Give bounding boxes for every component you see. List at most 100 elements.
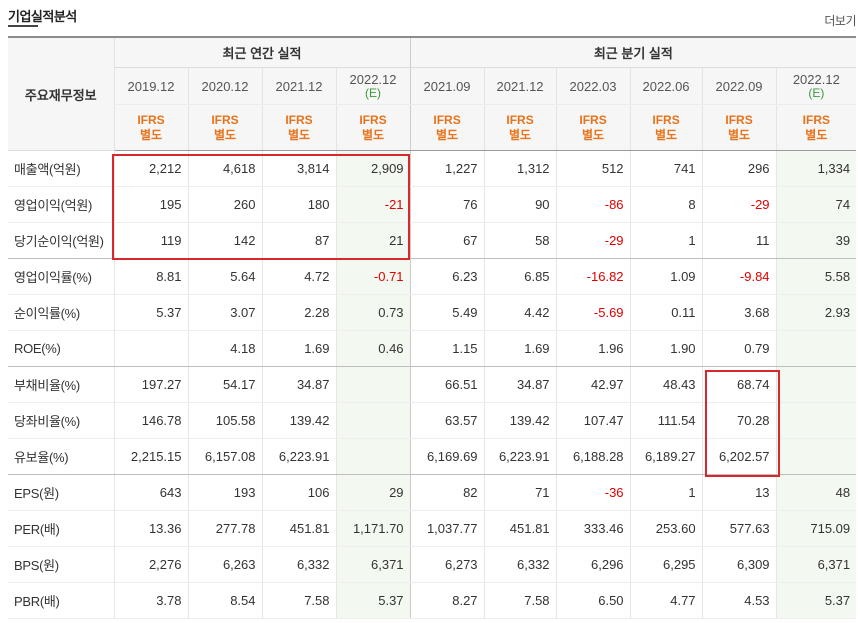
statement-scope: 별도 — [655, 127, 678, 142]
row-label: 당좌비율(%) — [8, 402, 114, 439]
column-basis-header: IFRS 별도 — [483, 104, 557, 151]
table-cell: 193 — [187, 474, 262, 511]
column-date: 2022.12 — [349, 72, 397, 87]
statement-scope: 별도 — [361, 127, 385, 142]
table-cell: 0.11 — [629, 294, 703, 331]
table-cell: 6,332 — [483, 546, 557, 583]
row-label: 부채비율(%) — [8, 366, 114, 403]
table-cell: 1.15 — [409, 330, 485, 367]
table-cell: 4.53 — [701, 582, 777, 619]
table-cell: 66.51 — [409, 366, 485, 403]
row-label: EPS(원) — [8, 474, 114, 511]
column-basis-header: IFRS 별도 — [701, 104, 777, 151]
table-cell: 6.85 — [483, 258, 557, 295]
table-cell: 11 — [701, 222, 777, 259]
table-cell: 5.37 — [775, 582, 857, 619]
table-cell: 4.72 — [261, 258, 336, 295]
table-cell: 333.46 — [555, 510, 631, 547]
table-cell — [775, 366, 857, 403]
estimate-marker: (E) — [365, 86, 382, 100]
table-cell: 1.09 — [629, 258, 703, 295]
table-cell: 451.81 — [483, 510, 557, 547]
column-date-header: 2019.12 — [113, 67, 188, 105]
table-cell: 1 — [629, 222, 703, 259]
accounting-basis: IFRS — [725, 112, 753, 127]
table-cell: 6,202.57 — [701, 438, 777, 475]
table-cell: 4,618 — [187, 150, 262, 187]
table-cell: -29 — [701, 186, 777, 223]
column-date-header: 2021.12 — [261, 67, 336, 105]
table-cell: -0.71 — [335, 258, 411, 295]
table-cell: -16.82 — [555, 258, 631, 295]
table-cell: 1.90 — [629, 330, 703, 367]
table-cell: 34.87 — [261, 366, 336, 403]
table-cell: 6,295 — [629, 546, 703, 583]
table-cell: 48.43 — [629, 366, 703, 403]
table-cell: 6,332 — [261, 546, 336, 583]
table-cell: 451.81 — [261, 510, 336, 547]
statement-scope: 별도 — [139, 127, 163, 142]
table-cell: 2.93 — [775, 294, 857, 331]
row-label: 영업이익률(%) — [8, 258, 114, 295]
statement-scope: 별도 — [287, 127, 311, 142]
table-cell: 68.74 — [701, 366, 777, 403]
table-cell: 107.47 — [555, 402, 631, 439]
table-cell — [775, 438, 857, 475]
table-cell: 296 — [701, 150, 777, 187]
table-cell: 6,157.08 — [187, 438, 262, 475]
table-cell: -21 — [335, 186, 411, 223]
table-cell: 512 — [555, 150, 631, 187]
column-date-header: 2022.06 — [629, 67, 703, 105]
table-cell: 87 — [261, 222, 336, 259]
statement-scope: 별도 — [436, 127, 459, 142]
table-cell: 6,223.91 — [261, 438, 336, 475]
table-cell: 715.09 — [775, 510, 857, 547]
table-cell: 3.78 — [113, 582, 188, 619]
table-cell: 39 — [775, 222, 857, 259]
accounting-basis: IFRS — [652, 112, 680, 127]
table-cell: 5.58 — [775, 258, 857, 295]
table-cell: 8.81 — [113, 258, 188, 295]
column-date: 2022.06 — [642, 78, 690, 94]
column-basis-header: IFRS 별도 — [555, 104, 631, 151]
column-basis-header: IFRS 별도 — [775, 104, 857, 151]
column-date-header: 2021.12 — [483, 67, 557, 105]
statement-scope: 별도 — [582, 127, 605, 142]
table-cell — [335, 366, 411, 403]
table-cell: 48 — [775, 474, 857, 511]
table-cell: 577.63 — [701, 510, 777, 547]
table-cell: 1.69 — [261, 330, 336, 367]
accounting-basis: IFRS — [506, 112, 534, 127]
more-link[interactable]: 더보기 — [824, 12, 856, 29]
title-underline — [8, 25, 38, 27]
table-row: 매출액(억원) 2,212 4,618 3,814 2,909 1,227 1,312 512… — [8, 150, 857, 187]
column-date: 2021.12 — [496, 78, 544, 94]
table-cell: 8 — [629, 186, 703, 223]
table-row: ROE(%) 4.18 1.69 0.46 1.15 1.69 1.96 1.90 0.79 — [8, 330, 857, 367]
column-date: 2019.12 — [127, 78, 175, 94]
accounting-basis: IFRS — [433, 112, 461, 127]
row-label: ROE(%) — [8, 330, 114, 367]
table-cell: 2,909 — [335, 150, 411, 187]
table-cell: 741 — [629, 150, 703, 187]
table-cell: 63.57 — [409, 402, 485, 439]
table-cell: -29 — [555, 222, 631, 259]
table-cell: 6,309 — [701, 546, 777, 583]
table-cell: -36 — [555, 474, 631, 511]
table-body: 매출액(억원) 2,212 4,618 3,814 2,909 1,227 1,312 512… — [8, 150, 857, 619]
table-cell: 2,276 — [113, 546, 188, 583]
column-date: 2022.09 — [715, 78, 763, 94]
page-title: 기업실적분석 — [8, 10, 77, 25]
table-cell: 643 — [113, 474, 188, 511]
accounting-basis: IFRS — [579, 112, 607, 127]
table-cell: 82 — [409, 474, 485, 511]
table-row: EPS(원) 643 193 106 29 82 71 -36 1 13 48 — [8, 474, 857, 511]
table-cell: 146.78 — [113, 402, 188, 439]
table-cell: 6,188.28 — [555, 438, 631, 475]
table-cell: 105.58 — [187, 402, 262, 439]
table-cell: 5.37 — [335, 582, 411, 619]
table-cell: 6,263 — [187, 546, 262, 583]
table-cell: 6.23 — [409, 258, 485, 295]
table-cell: 6,223.91 — [483, 438, 557, 475]
table-row: 유보율(%) 2,215.15 6,157.08 6,223.91 6,169.69 6,… — [8, 438, 857, 475]
